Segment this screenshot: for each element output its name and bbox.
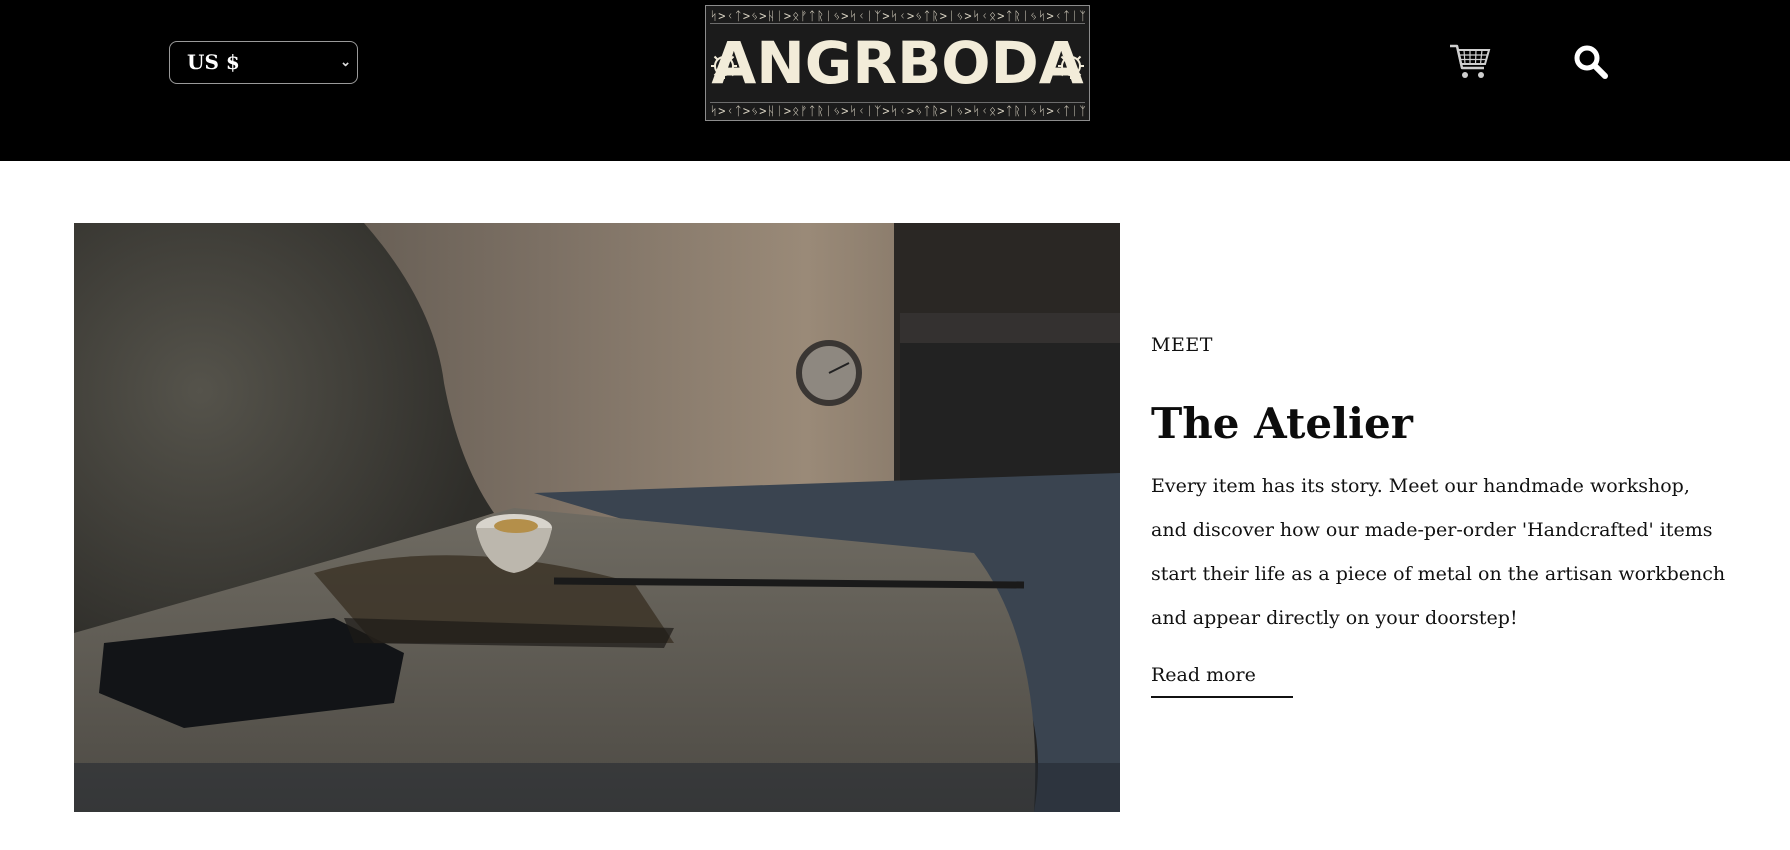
chevron-down-icon: ⌄ — [340, 55, 351, 70]
search-icon[interactable] — [1573, 44, 1609, 80]
brand-logo[interactable]: ᛋ>ᚲᛏ>ᛃ>ᚺᛁ>ᛟᚠᛏᚱᛁᛃ>ᛋᚲᛁᛉ>ᛋᚲ>ᛃᛏᚱ>ᛁᛃ>ᛋᚲᛟ>ᛏᚱᛁᛃ… — [705, 5, 1090, 121]
cart-icon[interactable] — [1448, 42, 1492, 82]
read-more-link[interactable]: Read more — [1151, 662, 1293, 698]
currency-selected-value: US $ — [187, 50, 240, 74]
workbench-photo — [74, 223, 1120, 812]
section-body: Every item has its story. Meet our handm… — [1151, 475, 1726, 629]
logo-rune-border-top: ᛋ>ᚲᛏ>ᛃ>ᚺᛁ>ᛟᚠᛏᚱᛁᛃ>ᛋᚲᛁᛉ>ᛋᚲ>ᛃᛏᚱ>ᛁᛃ>ᛋᚲᛟ>ᛏᚱᛁᛃ… — [710, 9, 1085, 24]
currency-selector[interactable]: US $ ⌄ — [169, 41, 358, 84]
section-title: The Atelier — [1151, 399, 1413, 448]
sun-emblem-icon — [1058, 53, 1084, 79]
section-eyebrow: MEET — [1151, 334, 1213, 356]
atelier-workbench-image — [74, 223, 1120, 812]
logo-wordmark: ANGRBODA — [711, 29, 1084, 97]
site-header: US $ ⌄ ᛋ>ᚲᛏ>ᛃ>ᚺᛁ>ᛟᚠᛏᚱᛁᛃ>ᛋᚲᛁᛉ>ᛋᚲ>ᛃᛏᚱ>ᛁᛃ>ᛋ… — [0, 0, 1790, 161]
atelier-feature: MEET The Atelier Every item has its stor… — [1151, 330, 1731, 698]
logo-rune-border-bottom: ᛋ>ᚲᛏ>ᛃ>ᚺᛁ>ᛟᚠᛏᚱᛁᛃ>ᛋᚲᛁᛉ>ᛋᚲ>ᛃᛏᚱ>ᛁᛃ>ᛋᚲᛟ>ᛏᚱᛁᛃ… — [710, 102, 1085, 118]
